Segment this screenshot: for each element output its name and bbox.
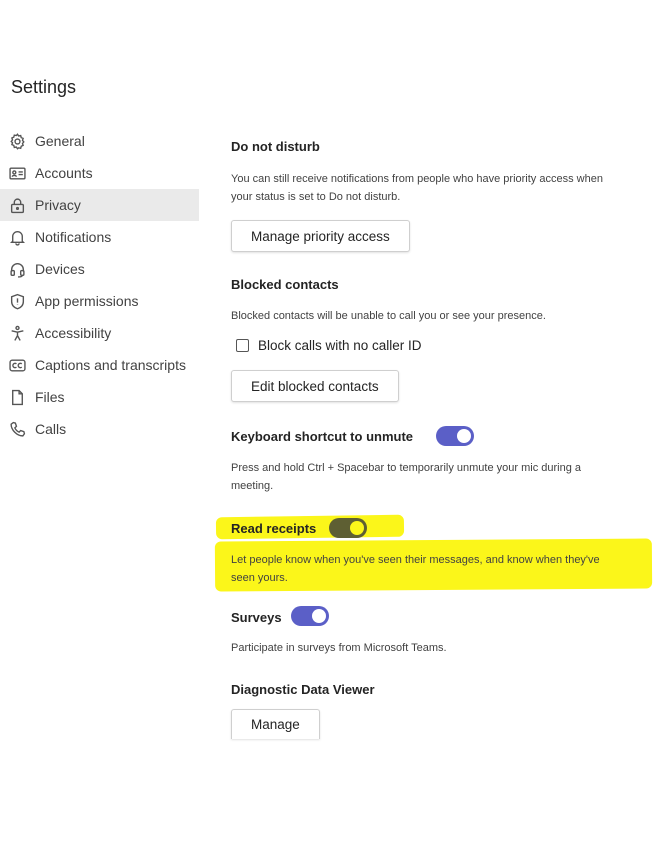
- captions-icon: [8, 356, 27, 374]
- bell-icon: [8, 228, 27, 246]
- nav-item-label: Privacy: [35, 197, 81, 213]
- read-receipts-toggle[interactable]: [329, 518, 367, 538]
- read-receipts-description: Let people know when you've seen their m…: [231, 554, 600, 584]
- nav-item-label: App permissions: [35, 293, 139, 309]
- nav-item-files[interactable]: Files: [0, 381, 199, 413]
- settings-nav: General Accounts Privacy Notifications D…: [0, 125, 199, 445]
- nav-item-general[interactable]: General: [0, 125, 199, 157]
- id-card-icon: [8, 164, 27, 182]
- shield-icon: [8, 292, 27, 310]
- nav-item-label: Notifications: [35, 229, 112, 245]
- nav-item-label: General: [35, 133, 85, 149]
- accessibility-icon: [8, 324, 27, 342]
- nav-item-label: Captions and transcripts: [35, 357, 186, 373]
- nav-item-label: Calls: [35, 421, 67, 437]
- diagnostic-heading: Diagnostic Data Viewer: [231, 682, 375, 697]
- keyboard-shortcut-description: Press and hold Ctrl + Spacebar to tempor…: [231, 462, 582, 492]
- read-receipts-heading: Read receipts: [231, 521, 317, 536]
- manage-priority-access-button[interactable]: Manage priority access: [231, 220, 410, 252]
- phone-icon: [8, 420, 27, 438]
- toggle-knob: [350, 521, 364, 535]
- dnd-description: You can still receive notifications from…: [231, 173, 603, 203]
- block-no-caller-id-row[interactable]: Block calls with no caller ID: [236, 338, 422, 353]
- toggle-knob: [457, 429, 471, 443]
- nav-item-label: Accessibility: [35, 325, 112, 341]
- nav-item-notifications[interactable]: Notifications: [0, 221, 199, 253]
- nav-item-calls[interactable]: Calls: [0, 413, 199, 445]
- page-title: Settings: [11, 77, 77, 97]
- nav-item-accounts[interactable]: Accounts: [0, 157, 199, 189]
- gear-icon: [8, 132, 27, 150]
- blocked-contacts-heading: Blocked contacts: [231, 277, 339, 292]
- blocked-contacts-description: Blocked contacts will be unable to call …: [231, 310, 546, 322]
- lock-icon: [8, 196, 27, 214]
- toggle-knob: [312, 609, 326, 623]
- nav-item-label: Devices: [35, 261, 85, 277]
- nav-item-privacy[interactable]: Privacy: [0, 189, 199, 221]
- surveys-heading: Surveys: [231, 610, 282, 625]
- manage-diagnostic-button[interactable]: Manage: [231, 709, 320, 739]
- nav-item-label: Files: [35, 389, 65, 405]
- dnd-heading: Do not disturb: [231, 139, 320, 154]
- nav-item-app-permissions[interactable]: App permissions: [0, 285, 199, 317]
- edit-blocked-contacts-button[interactable]: Edit blocked contacts: [231, 370, 399, 402]
- nav-item-captions[interactable]: Captions and transcripts: [0, 349, 199, 381]
- keyboard-shortcut-toggle[interactable]: [436, 426, 474, 446]
- file-icon: [8, 388, 27, 406]
- surveys-toggle[interactable]: [291, 606, 329, 626]
- block-no-caller-id-checkbox[interactable]: [236, 339, 249, 352]
- nav-item-label: Accounts: [35, 165, 93, 181]
- nav-item-accessibility[interactable]: Accessibility: [0, 317, 199, 349]
- keyboard-shortcut-heading: Keyboard shortcut to unmute: [231, 429, 414, 444]
- nav-item-devices[interactable]: Devices: [0, 253, 199, 285]
- headset-icon: [8, 260, 27, 278]
- surveys-description: Participate in surveys from Microsoft Te…: [231, 642, 447, 654]
- block-no-caller-id-label: Block calls with no caller ID: [258, 338, 422, 353]
